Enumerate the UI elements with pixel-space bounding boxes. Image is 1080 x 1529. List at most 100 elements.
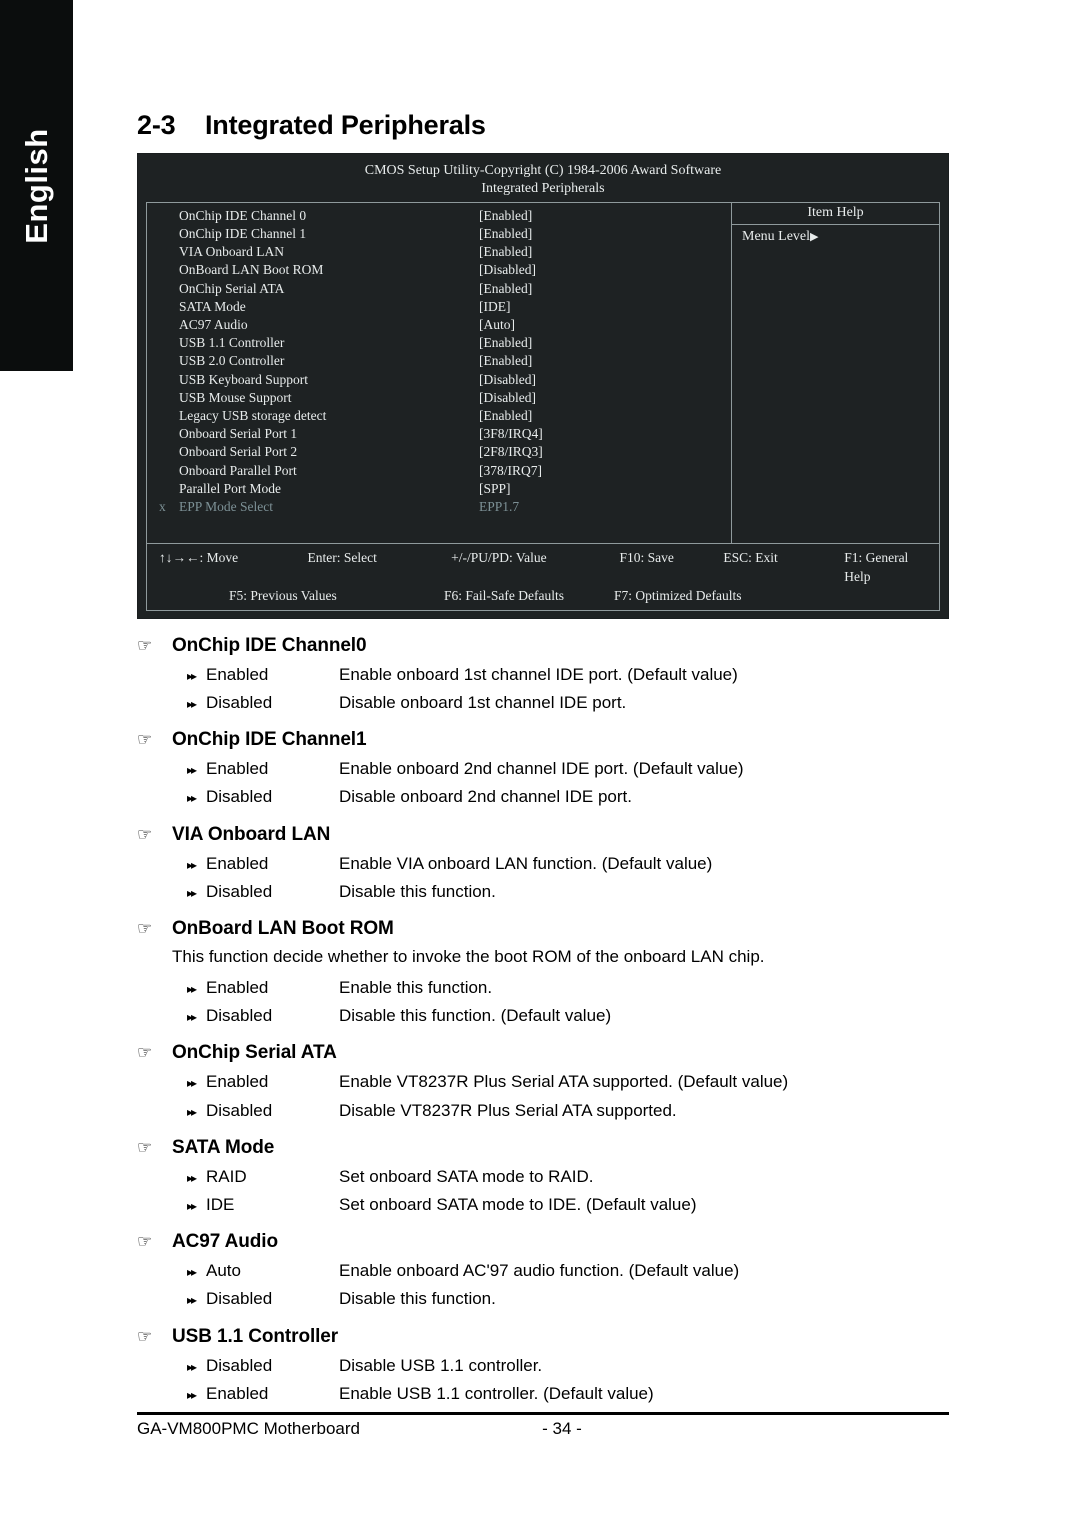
option-name: Disabled <box>206 1100 273 1120</box>
bios-row-value: [Enabled] <box>479 408 533 424</box>
bios-row[interactable]: Legacy USB storage detect [Enabled] <box>147 407 731 425</box>
setting-heading: ☞ OnBoard LAN Boot ROM <box>137 918 949 940</box>
double-arrow-icon: ▸▸ <box>187 697 197 712</box>
bios-row[interactable]: OnChip IDE Channel 0 [Enabled] <box>147 207 731 225</box>
setting-heading: ☞ SATA Mode <box>137 1137 949 1159</box>
bios-row[interactable]: AC97 Audio [Auto] <box>147 316 731 334</box>
setting-option: ▸▸ Disabled Disable USB 1.1 controller. <box>187 1352 949 1380</box>
setting-option: ▸▸ Enabled Enable VIA onboard LAN functi… <box>187 850 949 878</box>
bios-row-mark <box>157 443 179 461</box>
setting-heading: ☞ AC97 Audio <box>137 1231 949 1253</box>
bios-row-value: [Auto] <box>479 317 515 333</box>
pointing-hand-icon: ☞ <box>137 1043 153 1063</box>
bios-row-name: USB 2.0 Controller <box>179 353 285 369</box>
bios-row[interactable]: Onboard Parallel Port [378/IRQ7] <box>147 462 731 480</box>
option-name: Enabled <box>206 853 269 873</box>
bios-row[interactable]: USB Mouse Support [Disabled] <box>147 389 731 407</box>
double-arrow-icon: ▸▸ <box>187 1199 197 1214</box>
page-footer: GA-VM800PMC Motherboard - 34 - <box>137 1412 949 1439</box>
setting-heading-label: OnChip IDE Channel1 <box>172 729 367 751</box>
setting-heading-label: SATA Mode <box>172 1136 275 1158</box>
bios-row[interactable]: USB Keyboard Support [Disabled] <box>147 371 731 389</box>
option-name: RAID <box>206 1166 247 1186</box>
bios-row-name: OnChip Serial ATA <box>179 280 285 296</box>
option-name: Disabled <box>206 881 273 901</box>
option-name: Disabled <box>206 1355 273 1375</box>
bios-row-mark: x <box>159 499 166 515</box>
double-arrow-icon: ▸▸ <box>187 885 197 900</box>
option-name: Enabled <box>206 977 269 997</box>
double-arrow-icon: ▸▸ <box>187 1076 197 1091</box>
option-name: Enabled <box>206 1072 269 1092</box>
setting-heading-label: USB 1.1 Controller <box>172 1325 339 1347</box>
bios-row-name: Onboard Serial Port 2 <box>179 444 298 460</box>
option-name: Auto <box>206 1261 241 1281</box>
bios-row[interactable]: OnBoard LAN Boot ROM [Disabled] <box>147 261 731 279</box>
bios-settings-list: OnChip IDE Channel 0 [Enabled] OnChip ID… <box>147 202 732 543</box>
option-name: Disabled <box>206 787 273 807</box>
footer-product-name: GA-VM800PMC Motherboard <box>137 1419 360 1438</box>
bios-row-mark <box>157 407 179 425</box>
bios-row[interactable]: VIA Onboard LAN [Enabled] <box>147 243 731 261</box>
bios-item-help-panel: Item Help Menu Level▶ <box>732 203 939 543</box>
bios-row[interactable]: OnChip IDE Channel 1 [Enabled] <box>147 225 731 243</box>
option-name: Enabled <box>206 664 269 684</box>
bios-row-mark <box>157 280 179 298</box>
key-general-help: F1: General Help <box>844 549 909 584</box>
bios-row-mark <box>157 425 179 443</box>
key-enter-select: Enter: Select <box>307 549 377 565</box>
bios-row-mark <box>157 207 179 225</box>
bios-row-name: Onboard Serial Port 1 <box>179 426 298 442</box>
bios-row-name: OnBoard LAN Boot ROM <box>179 262 324 278</box>
setting-heading-label: OnChip IDE Channel0 <box>172 634 367 656</box>
key-failsafe-defaults: F6: Fail-Safe Defaults <box>444 587 564 603</box>
bios-row[interactable]: Onboard Serial Port 1 [3F8/IRQ4] <box>147 425 731 443</box>
setting-section: ☞ OnChip Serial ATA ▸▸ Enabled Enable VT… <box>137 1042 949 1124</box>
pointing-hand-icon: ☞ <box>137 919 153 939</box>
option-name: Enabled <box>206 1383 269 1403</box>
double-arrow-icon: ▸▸ <box>187 1265 197 1280</box>
menu-level-label: Menu Level <box>742 228 811 244</box>
option-name: Disabled <box>206 1006 273 1026</box>
bios-row-value: [378/IRQ7] <box>479 462 542 478</box>
key-value: +/-/PU/PD: Value <box>451 549 547 565</box>
bios-row-mark <box>157 261 179 279</box>
option-name: Disabled <box>206 1289 273 1309</box>
pointing-hand-icon: ☞ <box>137 635 153 655</box>
bios-menu-name: Integrated Peripherals <box>481 180 605 196</box>
bios-row-name: OnChip IDE Channel 1 <box>179 226 307 242</box>
bios-row[interactable]: USB 2.0 Controller [Enabled] <box>147 352 731 370</box>
bios-row-name: OnChip IDE Channel 0 <box>179 207 307 223</box>
bios-row[interactable]: SATA Mode [IDE] <box>147 298 731 316</box>
bios-row[interactable]: Parallel Port Mode [SPP] <box>147 480 731 498</box>
option-name: Enabled <box>206 759 269 779</box>
bios-row-mark <box>157 243 179 261</box>
item-descriptions: ☞ OnChip IDE Channel0 ▸▸ Enabled Enable … <box>137 635 949 1408</box>
double-arrow-icon: ▸▸ <box>187 763 197 778</box>
setting-option: ▸▸ Enabled Enable onboard 2nd channel ID… <box>187 755 949 783</box>
setting-heading: ☞ OnChip IDE Channel0 <box>137 635 949 657</box>
setting-option: ▸▸ RAID Set onboard SATA mode to RAID. <box>187 1163 949 1191</box>
key-previous-values: F5: Previous Values <box>229 587 337 603</box>
setting-section: ☞ AC97 Audio ▸▸ Auto Enable onboard AC'9… <box>137 1231 949 1313</box>
bios-row-value: [Disabled] <box>479 389 536 405</box>
setting-option: ▸▸ Enabled Enable VT8237R Plus Serial AT… <box>187 1068 949 1096</box>
language-tab-label: English <box>18 127 54 244</box>
bios-row[interactable]: Onboard Serial Port 2 [2F8/IRQ3] <box>147 443 731 461</box>
pointing-hand-icon: ☞ <box>137 730 153 750</box>
bios-title-block: CMOS Setup Utility-Copyright (C) 1984-20… <box>146 160 940 202</box>
page-content: 2-3 Integrated Peripherals CMOS Setup Ut… <box>137 0 949 1408</box>
bios-row-name: USB Mouse Support <box>179 389 292 405</box>
option-description: Disable this function. <box>339 1289 496 1309</box>
bios-row-value: [Enabled] <box>479 207 533 223</box>
page-title: 2-3 Integrated Peripherals <box>137 110 949 141</box>
bios-row[interactable]: USB 1.1 Controller [Enabled] <box>147 334 731 352</box>
bios-row-value: [SPP] <box>479 480 511 496</box>
option-description: Set onboard SATA mode to RAID. <box>339 1166 594 1186</box>
bios-row[interactable]: OnChip Serial ATA [Enabled] <box>147 280 731 298</box>
option-description: Set onboard SATA mode to IDE. (Default v… <box>339 1195 697 1215</box>
bios-row-mark <box>157 225 179 243</box>
bios-row-name: USB Keyboard Support <box>179 371 308 387</box>
bios-row-name: Legacy USB storage detect <box>179 408 327 424</box>
double-arrow-icon: ▸▸ <box>187 1010 197 1025</box>
